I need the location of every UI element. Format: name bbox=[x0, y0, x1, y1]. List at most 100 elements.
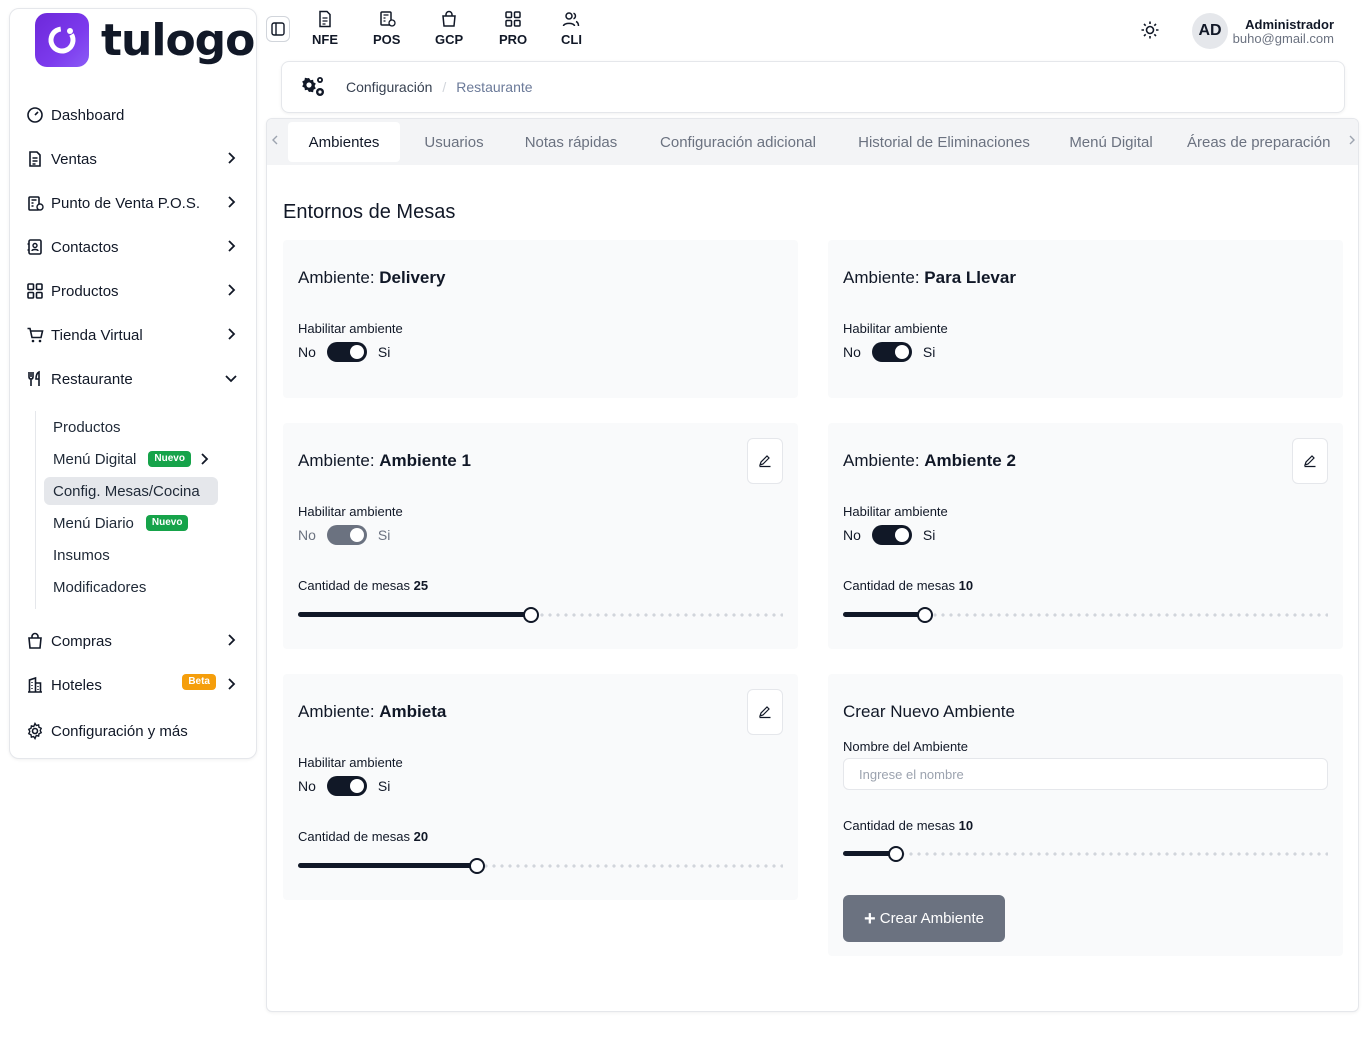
topbar-cli[interactable]: CLI bbox=[561, 10, 582, 47]
enable-switch-row: No Si bbox=[298, 776, 390, 796]
cantidad-text: Cantidad de mesas bbox=[843, 818, 956, 833]
dashboard-icon bbox=[26, 106, 44, 124]
mesas-slider[interactable] bbox=[298, 858, 783, 874]
cantidad-value: 10 bbox=[958, 818, 974, 833]
grid-icon bbox=[505, 11, 521, 27]
mesas-slider[interactable] bbox=[843, 607, 1328, 623]
sidebar-subitem-modificadores[interactable]: Modificadores bbox=[44, 573, 146, 601]
topbar-gcp[interactable]: GCP bbox=[435, 10, 463, 47]
tab-historial-eliminaciones[interactable]: Historial de Eliminaciones bbox=[849, 122, 1039, 162]
sidebar-item-label: Hoteles bbox=[51, 676, 102, 694]
chevron-right-icon[interactable] bbox=[1346, 133, 1358, 147]
topbar-item-label: NFE bbox=[312, 32, 338, 47]
edit-pencil-icon bbox=[1304, 455, 1316, 468]
tab-areas-preparacion[interactable]: Áreas de preparación bbox=[1187, 122, 1347, 162]
switch-si-label: Si bbox=[377, 778, 391, 794]
sidebar-item-configuracion[interactable]: Configuración y más bbox=[26, 715, 248, 747]
avatar[interactable]: AD bbox=[1192, 13, 1228, 49]
chevron-right-icon bbox=[228, 634, 236, 646]
mesas-slider[interactable] bbox=[843, 846, 1328, 862]
breadcrumb-configuracion[interactable]: Configuración bbox=[346, 79, 432, 95]
sidebar-item-compras[interactable]: Compras bbox=[26, 625, 248, 657]
sidebar-subitem-menu-diario[interactable]: Menú Diario Nuevo bbox=[44, 509, 189, 537]
sidebar-subitem-menu-digital[interactable]: Menú Digital Nuevo bbox=[44, 445, 211, 473]
enable-switch[interactable] bbox=[326, 525, 367, 545]
card-title-prefix: Ambiente: bbox=[843, 451, 920, 470]
sidebar-item-hoteles[interactable]: Hoteles Beta bbox=[26, 669, 248, 701]
topbar-nfe[interactable]: NFE bbox=[312, 10, 338, 47]
crear-ambiente-title: Crear Nuevo Ambiente bbox=[843, 702, 1015, 721]
tab-usuarios[interactable]: Usuarios bbox=[413, 122, 495, 162]
subitem-label: Menú Diario bbox=[53, 514, 134, 532]
sidebar-item-pos[interactable]: Punto de Venta P.O.S. bbox=[26, 187, 248, 219]
sidebar-item-tienda-virtual[interactable]: Tienda Virtual bbox=[26, 319, 248, 351]
switch-no-label: No bbox=[843, 344, 861, 360]
enable-switch-row: No Si bbox=[298, 342, 390, 362]
switch-si-label: Si bbox=[922, 344, 936, 360]
enable-switch[interactable] bbox=[326, 342, 367, 362]
sidebar-item-restaurante[interactable]: Restaurante bbox=[26, 363, 248, 395]
enable-switch[interactable] bbox=[871, 342, 912, 362]
mesas-slider[interactable] bbox=[298, 607, 783, 623]
slider-thumb[interactable] bbox=[523, 607, 539, 623]
chevron-right-icon bbox=[228, 284, 236, 296]
cantidad-value: 20 bbox=[413, 829, 429, 844]
tab-ambientes[interactable]: Ambientes bbox=[288, 122, 400, 162]
sidebar-subitem-productos[interactable]: Productos bbox=[44, 413, 121, 441]
chevron-right-icon bbox=[228, 196, 236, 208]
cantidad-text: Cantidad de mesas bbox=[298, 578, 411, 593]
switch-si-label: Si bbox=[922, 527, 936, 543]
slider-thumb[interactable] bbox=[917, 607, 933, 623]
enable-switch[interactable] bbox=[871, 525, 912, 545]
slider-fill bbox=[843, 612, 925, 617]
main-panel: Ambientes Usuarios Notas rápidas Configu… bbox=[266, 118, 1359, 1012]
switch-no-label: No bbox=[298, 344, 316, 360]
topbar-pro[interactable]: PRO bbox=[499, 10, 527, 47]
chevron-left-icon[interactable] bbox=[269, 133, 281, 147]
edit-button[interactable] bbox=[747, 689, 783, 735]
tab-bar: Ambientes Usuarios Notas rápidas Configu… bbox=[267, 119, 1358, 165]
switch-no-label: No bbox=[843, 527, 861, 543]
topbar-pos[interactable]: POS bbox=[373, 10, 400, 47]
sidebar-item-productos[interactable]: Productos bbox=[26, 275, 248, 307]
tab-notas-rapidas[interactable]: Notas rápidas bbox=[515, 122, 627, 162]
crear-ambiente-button-label: Crear Ambiente bbox=[879, 910, 984, 927]
cantidad-text: Cantidad de mesas bbox=[843, 578, 956, 593]
cart-icon bbox=[26, 326, 44, 344]
switch-si-label: Si bbox=[377, 344, 391, 360]
tab-configuracion-adicional[interactable]: Configuración adicional bbox=[649, 122, 827, 162]
sidebar-toggle-button[interactable] bbox=[266, 16, 290, 42]
new-badge: Nuevo bbox=[148, 451, 191, 467]
slider-thumb[interactable] bbox=[469, 858, 485, 874]
contacts-icon bbox=[26, 238, 44, 256]
switch-si-label: Si bbox=[377, 527, 391, 543]
user-name: Administrador bbox=[1245, 17, 1334, 32]
breadcrumb-separator: / bbox=[442, 79, 447, 95]
chevron-right-icon bbox=[228, 240, 236, 252]
cantidad-mesas-label: Cantidad de mesas 25 bbox=[298, 578, 428, 593]
sidebar-item-ventas[interactable]: Ventas bbox=[26, 143, 248, 175]
slider-thumb[interactable] bbox=[888, 846, 904, 862]
sidebar-item-dashboard[interactable]: Dashboard bbox=[26, 99, 248, 131]
theme-toggle-sun-icon[interactable] bbox=[1140, 20, 1160, 40]
cantidad-value: 25 bbox=[413, 578, 429, 593]
pos-icon bbox=[379, 11, 396, 27]
sidebar-item-contactos[interactable]: Contactos bbox=[26, 231, 248, 263]
nombre-ambiente-input[interactable] bbox=[843, 758, 1328, 790]
topbar-item-label: PRO bbox=[499, 32, 528, 47]
subitem-label: Config. Mesas/Cocina bbox=[53, 482, 200, 500]
logo[interactable]: tulogo bbox=[35, 13, 255, 67]
edit-button[interactable] bbox=[747, 438, 783, 484]
enable-switch[interactable] bbox=[326, 776, 367, 796]
cantidad-value: 10 bbox=[958, 578, 974, 593]
tab-menu-digital[interactable]: Menú Digital bbox=[1061, 122, 1161, 162]
gear-icon bbox=[26, 722, 44, 740]
sidebar: tulogo Dashboard Ventas Punto de Venta P… bbox=[9, 8, 257, 759]
crear-ambiente-button[interactable]: + Crear Ambiente bbox=[843, 895, 1005, 942]
document-icon bbox=[26, 150, 44, 168]
sidebar-subitem-config-mesas[interactable]: Config. Mesas/Cocina bbox=[44, 477, 218, 505]
card-title: Ambiente: Ambiente 1 bbox=[298, 451, 471, 471]
sidebar-subitem-insumos[interactable]: Insumos bbox=[44, 541, 110, 569]
edit-button[interactable] bbox=[1292, 438, 1328, 484]
chevron-right-icon bbox=[228, 328, 236, 340]
